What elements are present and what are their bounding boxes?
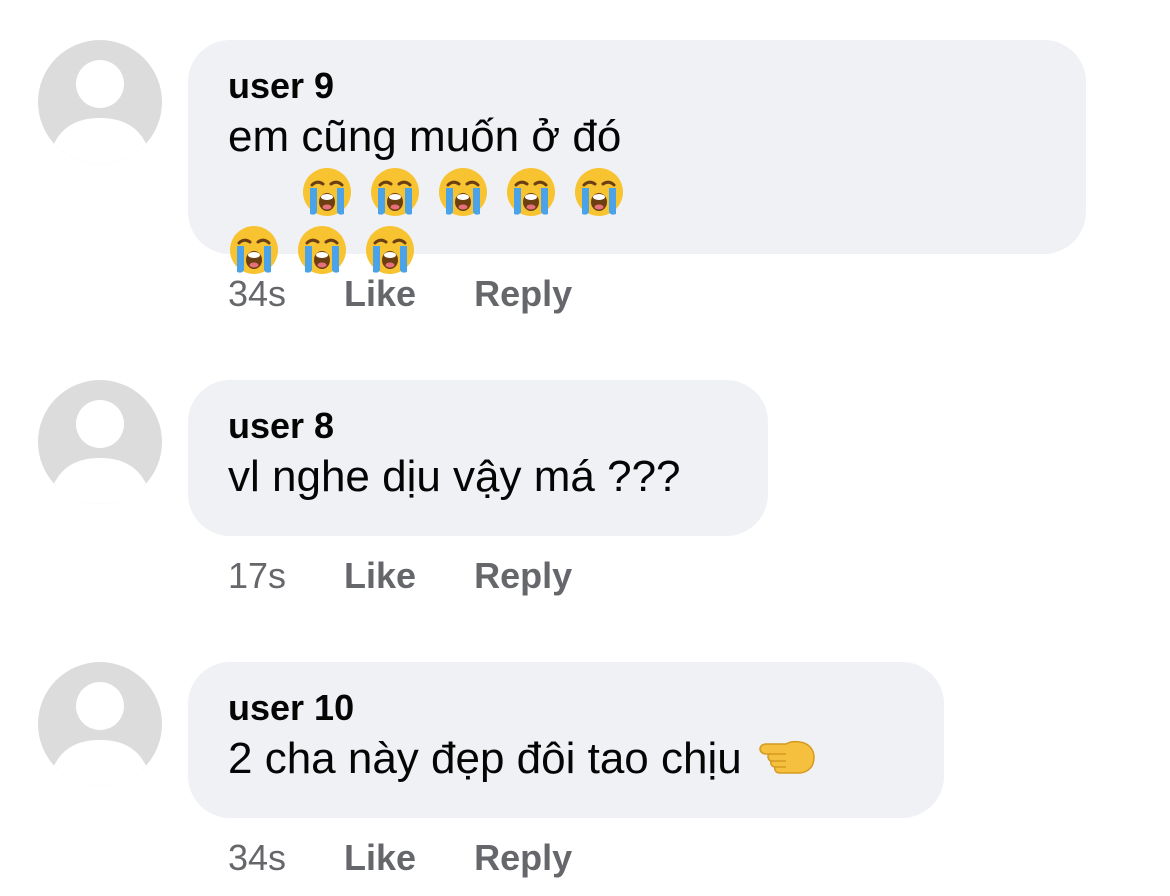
comment-timestamp[interactable]: 34s xyxy=(228,272,286,316)
loudly-crying-face-icon xyxy=(366,226,414,274)
default-user-icon xyxy=(48,60,152,164)
comment-timestamp[interactable]: 34s xyxy=(228,836,286,880)
loudly-crying-face-icon xyxy=(230,226,278,274)
comment-text: em cũng muốn ở đó xyxy=(228,108,1046,282)
loudly-crying-face-icon xyxy=(371,168,420,216)
loudly-crying-face-icon xyxy=(507,168,556,216)
comment-body-text: 2 cha này đẹp đôi tao chịu xyxy=(228,734,742,783)
comment-body-text: em cũng muốn ở đó xyxy=(228,112,622,161)
comment-bubble: user 10 2 cha này đẹp đôi tao chịu xyxy=(188,662,944,818)
comment-author[interactable]: user 10 xyxy=(228,686,904,730)
reply-button[interactable]: Reply xyxy=(474,836,572,880)
like-button[interactable]: Like xyxy=(344,836,416,880)
loudly-crying-face-icon xyxy=(439,168,488,216)
comment-author[interactable]: user 8 xyxy=(228,404,728,448)
default-user-icon xyxy=(48,682,152,786)
comment-bubble: user 8 vl nghe dịu vậy má ??? xyxy=(188,380,768,536)
avatar[interactable] xyxy=(38,662,162,786)
like-button[interactable]: Like xyxy=(344,554,416,598)
reply-button[interactable]: Reply xyxy=(474,554,572,598)
reply-button[interactable]: Reply xyxy=(474,272,572,316)
avatar[interactable] xyxy=(38,380,162,504)
comment-bubble: user 9 em cũng muốn ở đó xyxy=(188,40,1086,274)
loudly-crying-face-icon xyxy=(298,226,346,274)
loudly-crying-face-icon xyxy=(575,168,624,216)
comment-text: vl nghe dịu vậy má ??? xyxy=(228,452,681,501)
comment-actions: 34s Like Reply xyxy=(228,272,572,316)
comment-author[interactable]: user 9 xyxy=(228,64,1046,108)
comment-actions: 17s Like Reply xyxy=(228,554,572,598)
emoji-row xyxy=(228,168,641,277)
avatar[interactable] xyxy=(38,40,162,164)
comment-timestamp[interactable]: 17s xyxy=(228,554,286,598)
comment-text: 2 cha này đẹp đôi tao chịu xyxy=(228,730,904,788)
loudly-crying-face-icon xyxy=(303,168,352,216)
comment-actions: 34s Like Reply xyxy=(228,836,572,880)
backhand-index-pointing-left-icon xyxy=(758,740,815,774)
like-button[interactable]: Like xyxy=(344,272,416,316)
default-user-icon xyxy=(48,400,152,504)
